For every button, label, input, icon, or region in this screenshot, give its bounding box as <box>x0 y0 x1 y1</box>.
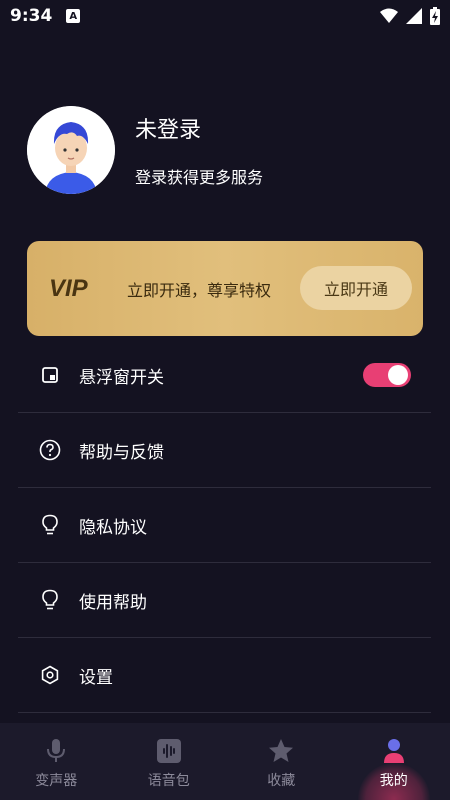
login-subtitle: 登录获得更多服务 <box>135 168 264 187</box>
settings-menu: 悬浮窗开关 帮助与反馈 隐私协议 使用帮助 设置 <box>18 338 431 713</box>
menu-label: 悬浮窗开关 <box>79 367 164 388</box>
vip-logo-text: VIP <box>49 275 89 299</box>
vip-promo-text: 立即开通，尊享特权 <box>127 280 272 300</box>
tab-label: 我的 <box>379 773 408 789</box>
tab-favorites[interactable]: 收藏 <box>225 723 338 800</box>
tab-voice-changer[interactable]: 变声器 <box>0 723 113 800</box>
menu-label: 使用帮助 <box>79 592 147 613</box>
login-status-title[interactable]: 未登录 <box>135 112 263 144</box>
microphone-icon <box>42 737 70 765</box>
settings-icon <box>38 663 62 687</box>
notification-badge-icon: A <box>66 9 81 23</box>
help-icon <box>38 438 62 462</box>
vip-activate-button[interactable]: 立即开通 <box>300 266 412 310</box>
menu-item-usage-help[interactable]: 使用帮助 <box>18 563 431 638</box>
profile-header[interactable]: 未登录 登录获得更多服务 <box>27 106 263 194</box>
voice-pack-icon <box>155 737 183 765</box>
menu-item-floating-window[interactable]: 悬浮窗开关 <box>18 338 431 413</box>
profile-icon <box>380 737 408 765</box>
star-icon <box>267 737 295 765</box>
menu-label: 隐私协议 <box>79 517 147 538</box>
battery-charging-icon <box>430 7 440 25</box>
tab-label: 语音包 <box>147 773 190 789</box>
tab-voice-pack[interactable]: 语音包 <box>113 723 226 800</box>
signal-icon <box>406 8 422 24</box>
menu-label: 设置 <box>79 667 113 688</box>
floating-window-toggle[interactable] <box>363 363 411 387</box>
tab-mine[interactable]: 我的 <box>338 723 450 800</box>
lightbulb-icon <box>38 588 62 612</box>
lightbulb-icon <box>38 513 62 537</box>
vip-logo: VIP <box>49 275 107 303</box>
menu-item-settings[interactable]: 设置 <box>18 638 431 713</box>
bottom-tab-bar: 变声器 语音包 收藏 我的 <box>0 723 450 800</box>
menu-item-privacy[interactable]: 隐私协议 <box>18 488 431 563</box>
status-bar: 9:34 A <box>0 0 450 32</box>
tab-label: 变声器 <box>35 773 78 789</box>
status-time: 9:34 <box>10 6 53 26</box>
vip-banner[interactable]: VIP 立即开通，尊享特权 立即开通 <box>27 241 423 336</box>
wifi-icon <box>380 8 398 23</box>
avatar[interactable] <box>27 106 115 194</box>
toggle-knob <box>388 365 408 385</box>
floating-window-icon <box>38 363 62 387</box>
avatar-illustration <box>27 106 115 194</box>
menu-item-help-feedback[interactable]: 帮助与反馈 <box>18 413 431 488</box>
tab-label: 收藏 <box>267 773 296 789</box>
menu-label: 帮助与反馈 <box>79 442 164 463</box>
